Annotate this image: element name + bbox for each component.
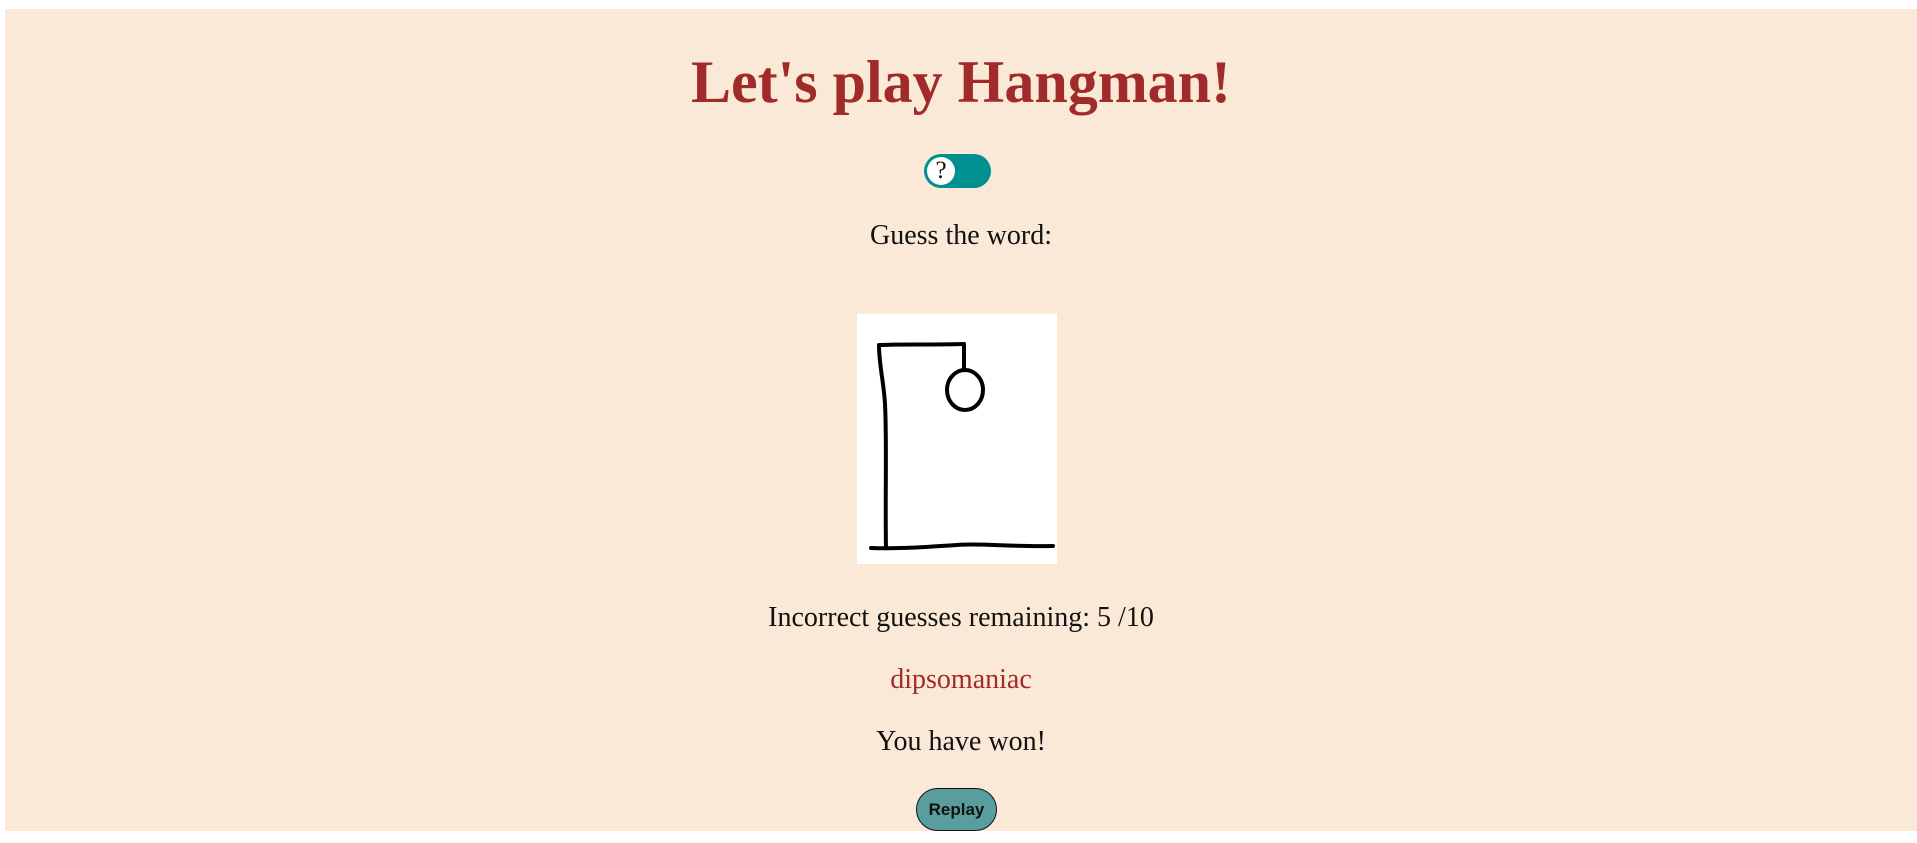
gallows-pole	[877, 344, 888, 550]
replay-button[interactable]: Replay	[916, 788, 997, 831]
game-page: Let's play Hangman! ? Guess the word: In…	[5, 9, 1917, 831]
head	[945, 368, 985, 412]
result-message: You have won!	[876, 726, 1046, 757]
gallows-beam	[877, 342, 966, 347]
answer-word: dipsomaniac	[890, 664, 1032, 695]
guess-word-label: Guess the word:	[870, 220, 1052, 251]
help-toggle[interactable]: ?	[924, 154, 991, 188]
gallows-base	[869, 542, 1055, 551]
hangman-drawing	[857, 314, 1057, 564]
page-title: Let's play Hangman!	[690, 49, 1232, 115]
incorrect-guesses-remaining: Incorrect guesses remaining: 5 /10	[768, 602, 1154, 633]
question-mark-icon: ?	[927, 157, 955, 185]
